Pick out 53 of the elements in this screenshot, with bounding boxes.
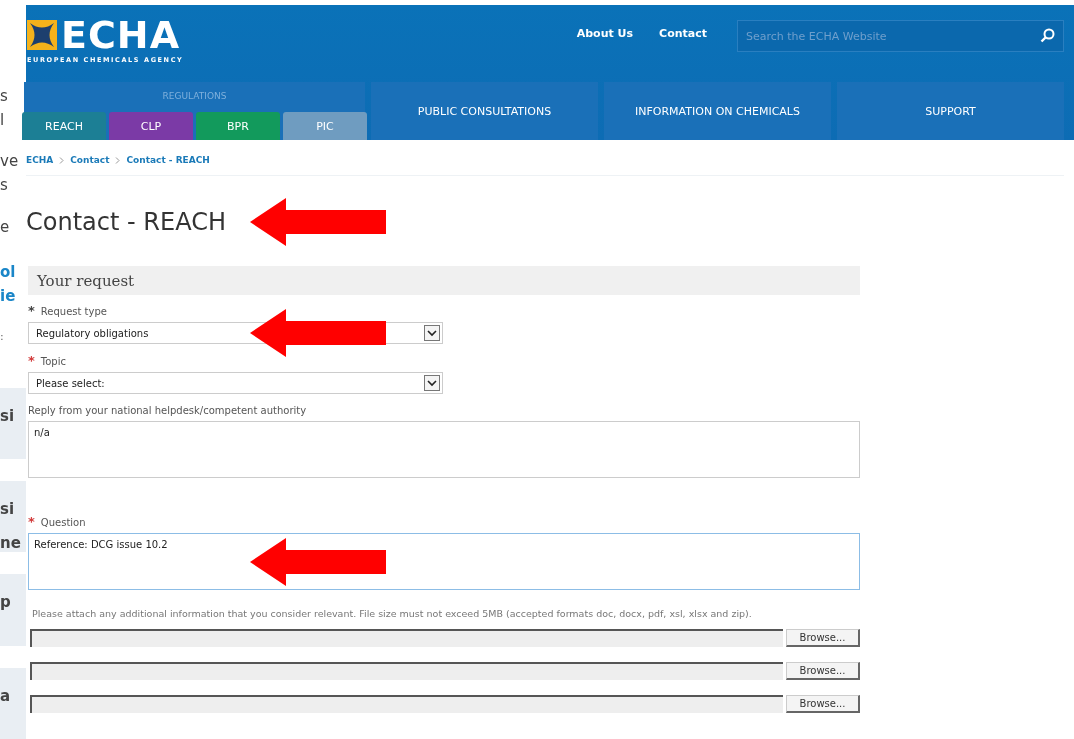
- required-marker: *: [28, 516, 35, 528]
- header-link[interactable]: About Us: [576, 27, 634, 40]
- caret-icon[interactable]: [424, 325, 440, 341]
- search-field[interactable]: Search the ECHA Website: [737, 20, 1064, 52]
- nav-item[interactable]: PUBLIC CONSULTATIONS: [371, 82, 598, 140]
- background-text-fragment: ol: [0, 261, 17, 283]
- background-text-fragment: a: [0, 685, 12, 707]
- required-marker: *: [28, 355, 35, 367]
- page-title: Contact - REACH: [26, 208, 226, 236]
- logo-icon: [27, 20, 57, 50]
- browse-button[interactable]: Browse...: [786, 629, 860, 647]
- regulation-tab[interactable]: BPR: [196, 112, 280, 140]
- background-text-fragment: ve: [0, 151, 20, 173]
- regulation-tab[interactable]: PIC: [283, 112, 367, 140]
- regulation-tab[interactable]: CLP: [109, 112, 193, 140]
- attachment-help-text: Please attach any additional information that you consider relevant. File size must not exceed 5MB (accepted formats doc, docx, pdf, xsl, xlsx and zip).: [32, 608, 753, 619]
- breadcrumb-link[interactable]: Contact: [70, 155, 110, 165]
- background-text-fragment: si: [0, 405, 16, 427]
- breadcrumb-link[interactable]: ECHA: [26, 155, 54, 165]
- section-heading: Your request: [28, 266, 860, 295]
- background-text-fragment: l: [0, 110, 6, 126]
- breadcrumb-link[interactable]: Contact - REACH: [126, 155, 210, 165]
- nav-item[interactable]: INFORMATION ON CHEMICALS: [604, 82, 831, 140]
- background-text-fragment: s: [0, 175, 9, 191]
- background-text-fragment: ie: [0, 285, 17, 302]
- text-area[interactable]: Reference: DCG issue 10.2: [28, 533, 860, 590]
- field-label: Topic: [40, 355, 66, 367]
- field-label: Reply from your national helpdesk/competent authority: [28, 405, 307, 416]
- browse-button[interactable]: Browse...: [786, 695, 860, 713]
- file-path-field[interactable]: [30, 695, 783, 713]
- field-label: Question: [40, 516, 86, 528]
- caret-icon[interactable]: [424, 375, 440, 391]
- background-text-fragment: e: [0, 216, 11, 236]
- chevron-icon: [59, 156, 65, 164]
- nav-item[interactable]: SUPPORT: [837, 82, 1064, 140]
- background-text-fragment: :: [0, 329, 5, 346]
- file-path-field[interactable]: [30, 629, 783, 647]
- search-icon[interactable]: [1040, 28, 1055, 43]
- browse-button[interactable]: Browse...: [786, 662, 860, 680]
- regulations-label: REGULATIONS: [162, 91, 227, 101]
- text-area[interactable]: n/a: [28, 421, 860, 478]
- regulation-tab[interactable]: REACH: [22, 112, 106, 140]
- background-text-fragment: ne: [0, 533, 22, 553]
- background-text-fragment: s: [0, 86, 9, 107]
- field-label: Request type: [40, 305, 107, 317]
- logo-wordmark: ECHA: [61, 15, 181, 55]
- required-marker: *: [28, 305, 35, 317]
- background-text-fragment: si: [0, 499, 16, 521]
- chevron-icon: [115, 156, 121, 164]
- header-link[interactable]: Contact: [659, 27, 707, 40]
- dropdown[interactable]: Please select:: [28, 372, 443, 394]
- background-text-fragment: p: [0, 592, 12, 614]
- file-path-field[interactable]: [30, 662, 783, 680]
